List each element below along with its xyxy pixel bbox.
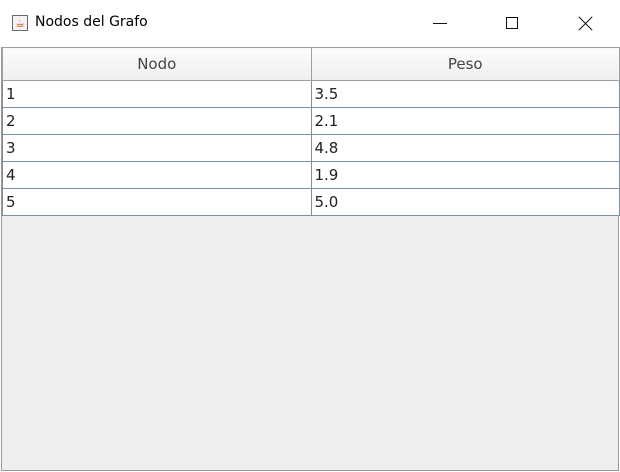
- maximize-icon: [506, 17, 518, 29]
- table-cell-nodo[interactable]: 4: [2, 161, 312, 189]
- table-row[interactable]: 2 2.1: [2, 107, 620, 135]
- window-content: Nodo Peso 1 3.5 2 2.1 3 4.8 4 1.9 5 5.0: [1, 47, 620, 471]
- maximize-button[interactable]: [489, 0, 535, 46]
- table-cell-peso[interactable]: 5.0: [310, 188, 620, 216]
- minimize-button[interactable]: [417, 0, 463, 46]
- column-header-nodo[interactable]: Nodo: [2, 47, 312, 81]
- close-button[interactable]: [562, 0, 608, 46]
- table-row[interactable]: 5 5.0: [2, 188, 620, 216]
- table-row[interactable]: 4 1.9: [2, 161, 620, 189]
- close-icon: [578, 16, 593, 31]
- table-cell-nodo[interactable]: 5: [2, 188, 312, 216]
- table-cell-peso[interactable]: 2.1: [310, 107, 620, 135]
- java-cup-icon: ☕: [12, 15, 28, 31]
- table-cell-nodo[interactable]: 2: [2, 107, 312, 135]
- minimize-icon: [433, 22, 447, 24]
- title-bar[interactable]: ☕ Nodos del Grafo: [0, 0, 620, 46]
- column-header-peso[interactable]: Peso: [310, 47, 620, 81]
- table-cell-peso[interactable]: 4.8: [310, 134, 620, 162]
- table-cell-nodo[interactable]: 1: [2, 80, 312, 108]
- table-row[interactable]: 1 3.5: [2, 80, 620, 108]
- table-row[interactable]: 3 4.8: [2, 134, 620, 162]
- window-title: Nodos del Grafo: [35, 14, 148, 30]
- nodes-table: Nodo Peso 1 3.5 2 2.1 3 4.8 4 1.9 5 5.0: [2, 47, 620, 216]
- table-cell-peso[interactable]: 1.9: [310, 161, 620, 189]
- table-header-row: Nodo Peso: [2, 47, 620, 81]
- table-cell-peso[interactable]: 3.5: [310, 80, 620, 108]
- app-window: ☕ Nodos del Grafo Nodo Peso 1 3.5 2 2.1 …: [0, 0, 620, 472]
- table-cell-nodo[interactable]: 3: [2, 134, 312, 162]
